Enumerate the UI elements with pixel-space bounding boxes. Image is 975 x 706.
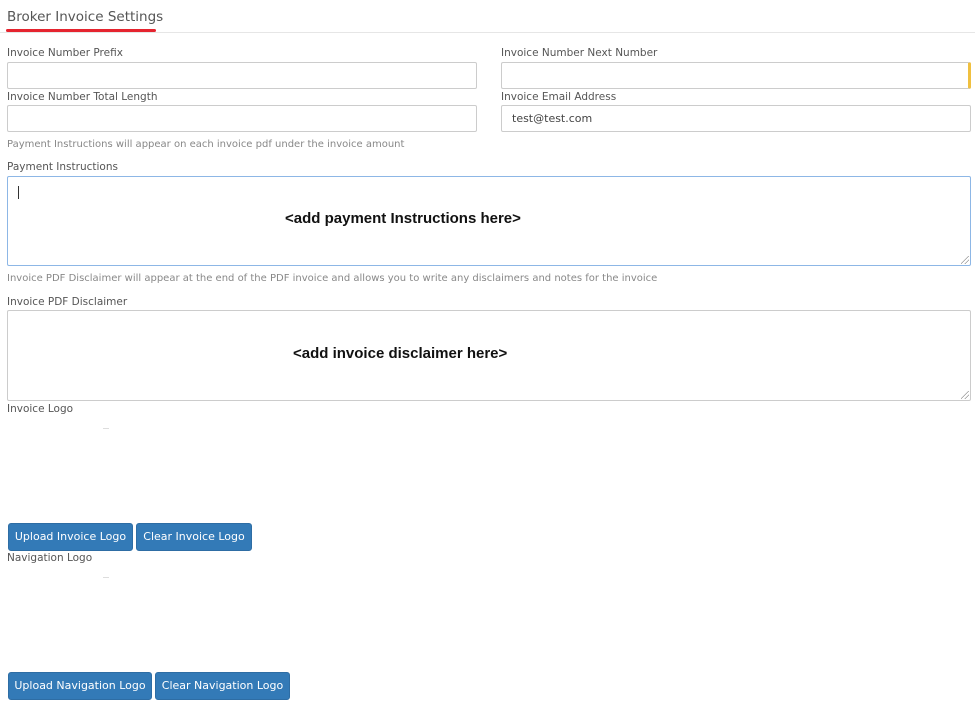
upload-invoice-logo-button[interactable]: Upload Invoice Logo [8,523,133,551]
invoice-number-total-length-input[interactable] [7,105,477,132]
invoice-number-next-number-label: Invoice Number Next Number [501,47,658,59]
invoice-disclaimer-annotation: <add invoice disclaimer here> [293,345,508,362]
payment-instructions-label: Payment Instructions [7,161,118,173]
invoice-number-prefix-label: Invoice Number Prefix [7,47,123,59]
payment-instructions-textarea[interactable]: <add payment Instructions here> [7,176,971,266]
payment-instructions-help: Payment Instructions will appear on each… [7,139,405,150]
invoice-email-address-label: Invoice Email Address [501,91,617,103]
invoice-logo-label: Invoice Logo [7,403,74,415]
navigation-logo-image [103,577,109,578]
invoice-disclaimer-label: Invoice PDF Disclaimer [7,296,128,308]
text-caret [18,186,19,199]
invoice-disclaimer-textarea[interactable]: <add invoice disclaimer here> [7,310,971,401]
resize-handle[interactable] [961,391,969,399]
invoice-number-prefix-input[interactable] [7,62,477,89]
invoice-number-total-length-label: Invoice Number Total Length [7,91,158,103]
invoice-logo-image [103,428,109,429]
invoice-email-address-input[interactable] [501,105,971,132]
payment-instructions-annotation: <add payment Instructions here> [285,210,521,227]
invoice-disclaimer-help: Invoice PDF Disclaimer will appear at th… [7,273,658,284]
clear-navigation-logo-button[interactable]: Clear Navigation Logo [155,672,290,700]
clear-invoice-logo-button[interactable]: Clear Invoice Logo [136,523,252,551]
navigation-logo-label: Navigation Logo [7,552,93,564]
page-title: Broker Invoice Settings [7,9,164,25]
title-divider [0,32,975,33]
upload-navigation-logo-button[interactable]: Upload Navigation Logo [8,672,152,700]
invoice-number-next-number-input[interactable] [501,62,971,89]
resize-handle[interactable] [961,256,969,264]
